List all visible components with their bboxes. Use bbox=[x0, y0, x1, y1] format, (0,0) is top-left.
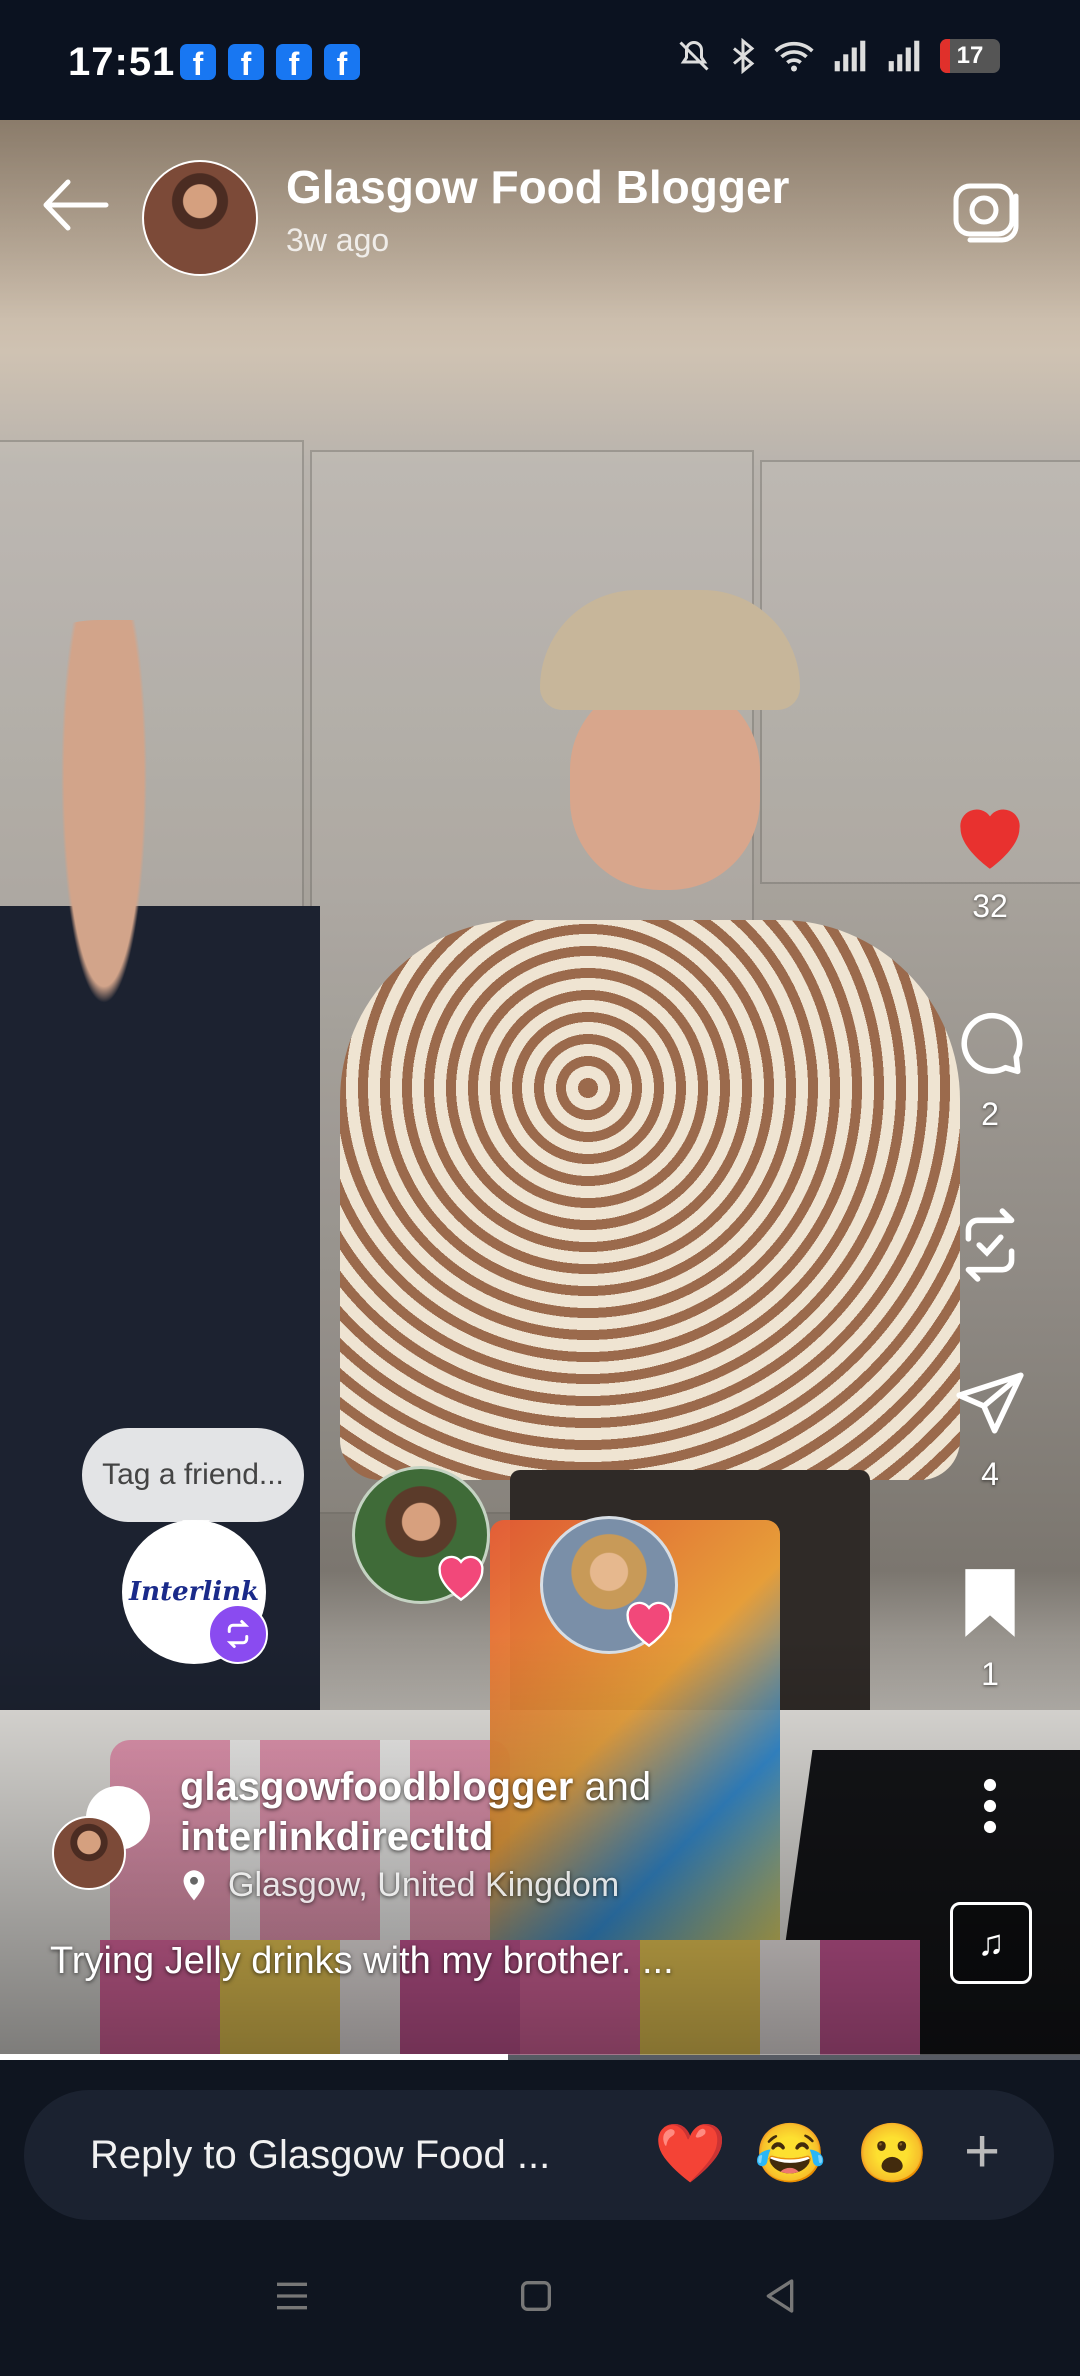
heart-icon[interactable] bbox=[950, 800, 1030, 872]
repost-badge-icon bbox=[208, 1604, 268, 1664]
location-pin-icon bbox=[183, 1869, 205, 1900]
recent-apps-icon[interactable] bbox=[272, 2276, 312, 2316]
status-bar: 17:51 f f f f 17 bbox=[0, 0, 1080, 120]
comment-count: 2 bbox=[981, 1096, 999, 1132]
location-text: Glasgow, United Kingdom bbox=[228, 1866, 620, 1904]
back-icon[interactable] bbox=[760, 2276, 800, 2316]
add-reaction-icon[interactable]: + bbox=[964, 2116, 1000, 2187]
more-options[interactable] bbox=[930, 1778, 1050, 1834]
author-avatar[interactable] bbox=[142, 160, 258, 276]
comment-icon[interactable] bbox=[953, 1006, 1027, 1080]
signal-icon bbox=[834, 40, 866, 72]
post-caption[interactable]: Trying Jelly drinks with my brother. ... bbox=[50, 1940, 674, 1983]
story-progress-bar bbox=[0, 2054, 1080, 2060]
post-timestamp: 3w ago bbox=[286, 222, 390, 258]
author-avatar-small[interactable] bbox=[52, 1816, 126, 1890]
share-action[interactable]: 4 bbox=[930, 1366, 1050, 1493]
battery-icon: 17 bbox=[940, 39, 1000, 73]
like-count: 32 bbox=[972, 888, 1008, 924]
heart-reaction-icon bbox=[626, 1601, 672, 1648]
author-username[interactable]: glasgowfoodblogger bbox=[180, 1765, 573, 1809]
quick-reaction-wow[interactable]: 😮 bbox=[856, 2120, 928, 2188]
music-note-icon[interactable]: ♫ bbox=[950, 1902, 1032, 1984]
repost-action[interactable] bbox=[930, 1208, 1050, 1282]
post-authors: glasgowfoodblogger and interlinkdirectlt… bbox=[180, 1762, 651, 1862]
signal-icon bbox=[888, 40, 920, 72]
heart-reaction-icon bbox=[438, 1555, 484, 1602]
tag-friend-bubble[interactable]: Tag a friend... bbox=[82, 1428, 304, 1536]
facebook-icon: f bbox=[276, 44, 312, 80]
home-icon[interactable] bbox=[516, 2276, 556, 2316]
mute-icon bbox=[679, 40, 709, 71]
collaborator-username[interactable]: interlinkdirectltd bbox=[180, 1815, 493, 1859]
clock: 17:51 bbox=[68, 40, 176, 84]
post-location[interactable]: Glasgow, United Kingdom bbox=[180, 1866, 619, 1905]
wifi-icon bbox=[774, 41, 814, 72]
send-icon[interactable] bbox=[953, 1366, 1027, 1440]
back-arrow-icon[interactable] bbox=[36, 170, 116, 240]
system-icons: 17 bbox=[676, 38, 1000, 74]
quick-reaction-heart[interactable]: ❤️ bbox=[654, 2120, 726, 2188]
quick-reaction-laugh[interactable]: 😂 bbox=[754, 2120, 826, 2188]
author-name[interactable]: Glasgow Food Blogger bbox=[286, 160, 789, 214]
bookmark-icon[interactable] bbox=[958, 1566, 1022, 1640]
system-navigation-bar bbox=[0, 2230, 1080, 2376]
facebook-icon: f bbox=[228, 44, 264, 80]
facebook-icon: f bbox=[324, 44, 360, 80]
comment-action[interactable]: 2 bbox=[930, 1006, 1050, 1133]
bluetooth-icon bbox=[733, 38, 755, 74]
battery-level: 17 bbox=[956, 42, 984, 69]
camera-icon[interactable] bbox=[946, 168, 1026, 248]
repost-icon[interactable] bbox=[953, 1208, 1027, 1282]
facebook-icon: f bbox=[180, 44, 216, 80]
more-vertical-icon[interactable] bbox=[980, 1778, 1000, 1834]
authors-joiner: and bbox=[584, 1765, 652, 1809]
reply-bar: Reply to Glasgow Food ... ❤️ 😂 😮 + bbox=[24, 2090, 1054, 2220]
save-action[interactable]: 1 bbox=[930, 1566, 1050, 1693]
logo-text: Interlink bbox=[129, 1577, 259, 1607]
share-count: 4 bbox=[981, 1456, 999, 1492]
notification-icons: f f f f bbox=[180, 44, 360, 80]
like-action[interactable]: 32 bbox=[930, 800, 1050, 925]
reply-input[interactable]: Reply to Glasgow Food ... bbox=[90, 2133, 550, 2178]
save-count: 1 bbox=[981, 1656, 999, 1692]
